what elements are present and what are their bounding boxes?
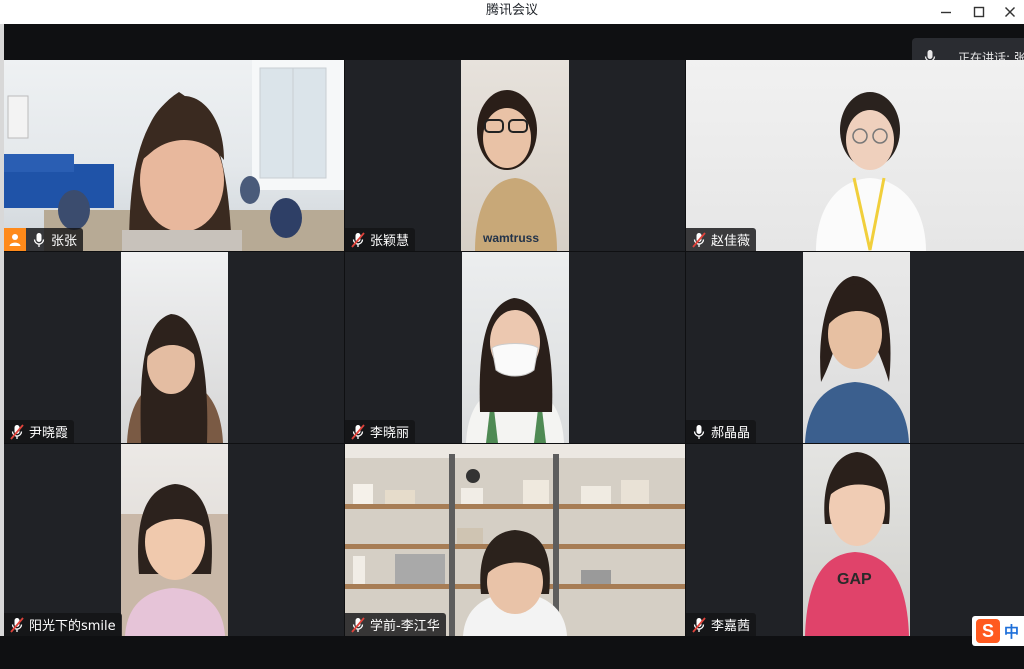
participant-video — [345, 444, 685, 636]
muted-microphone-icon — [350, 616, 366, 633]
video-grid: 张张 wamtruss 张颖慧 赵佳薇 尹晓霞 李晓丽 郝晶晶 阳光下的smil… — [4, 60, 1024, 636]
ime-status-badge[interactable]: S 中 — [972, 616, 1024, 646]
participant-video — [686, 60, 1024, 251]
participant-namebar: 郝晶晶 — [686, 420, 757, 443]
muted-microphone-icon — [350, 231, 366, 248]
video-tile[interactable]: 张张 — [4, 60, 344, 251]
participant-name: 张颖慧 — [370, 234, 410, 249]
maximize-icon[interactable] — [963, 0, 995, 24]
window-titlebar: 腾讯会议 — [0, 0, 1024, 24]
participant-name: 赵佳薇 — [711, 234, 751, 249]
muted-microphone-icon — [9, 423, 25, 440]
video-tile[interactable]: 尹晓霞 — [4, 252, 344, 443]
video-tile[interactable]: 赵佳薇 — [686, 60, 1024, 251]
video-tile[interactable]: 郝晶晶 — [686, 252, 1024, 443]
participant-video — [803, 252, 910, 443]
participant-video — [121, 444, 228, 636]
microphone-icon — [691, 424, 707, 440]
muted-microphone-icon — [9, 616, 25, 633]
meeting-top-bar — [4, 24, 1024, 60]
video-tile[interactable]: 学前-李江华 — [345, 444, 685, 636]
minimize-icon[interactable] — [930, 0, 962, 24]
participant-video — [4, 60, 344, 251]
participant-namebar: 赵佳薇 — [686, 228, 757, 251]
video-tile[interactable]: 李晓丽 — [345, 252, 685, 443]
participant-name: 学前-李江华 — [370, 619, 440, 634]
video-tile[interactable]: GAP 李嘉茜 — [686, 444, 1024, 636]
participant-video: GAP — [803, 444, 910, 636]
close-icon[interactable] — [994, 0, 1024, 24]
muted-microphone-icon — [691, 616, 707, 633]
participant-namebar: 阳光下的smile — [4, 613, 122, 636]
ime-mode-label[interactable]: 中 — [1004, 621, 1019, 642]
microphone-icon — [31, 232, 47, 248]
participant-name: 张张 — [51, 234, 78, 249]
window-title: 腾讯会议 — [485, 3, 538, 18]
ime-logo-icon: S — [976, 619, 1000, 643]
participant-namebar: 张颖慧 — [345, 228, 416, 251]
participant-name: 阳光下的smile — [29, 619, 116, 634]
video-tile[interactable]: wamtruss 张颖慧 — [345, 60, 685, 251]
video-tile[interactable]: 阳光下的smile — [4, 444, 344, 636]
svg-text:wamtruss: wamtruss — [482, 231, 539, 245]
host-icon — [4, 228, 26, 251]
participant-namebar: 尹晓霞 — [4, 420, 75, 443]
participant-name: 尹晓霞 — [29, 426, 69, 441]
participant-namebar: 李嘉茜 — [686, 613, 757, 636]
svg-text:GAP: GAP — [837, 571, 872, 588]
participant-video: wamtruss — [461, 60, 569, 251]
participant-name: 李嘉茜 — [711, 619, 751, 634]
muted-microphone-icon — [350, 423, 366, 440]
participant-namebar: 李晓丽 — [345, 420, 416, 443]
participant-namebar: 张张 — [4, 228, 84, 251]
muted-microphone-icon — [691, 231, 707, 248]
participant-namebar: 学前-李江华 — [345, 613, 446, 636]
participant-name: 郝晶晶 — [711, 426, 751, 441]
participant-video — [462, 252, 569, 443]
participant-name: 李晓丽 — [370, 426, 410, 441]
meeting-bottom-bar — [0, 636, 1024, 669]
participant-video — [121, 252, 228, 443]
